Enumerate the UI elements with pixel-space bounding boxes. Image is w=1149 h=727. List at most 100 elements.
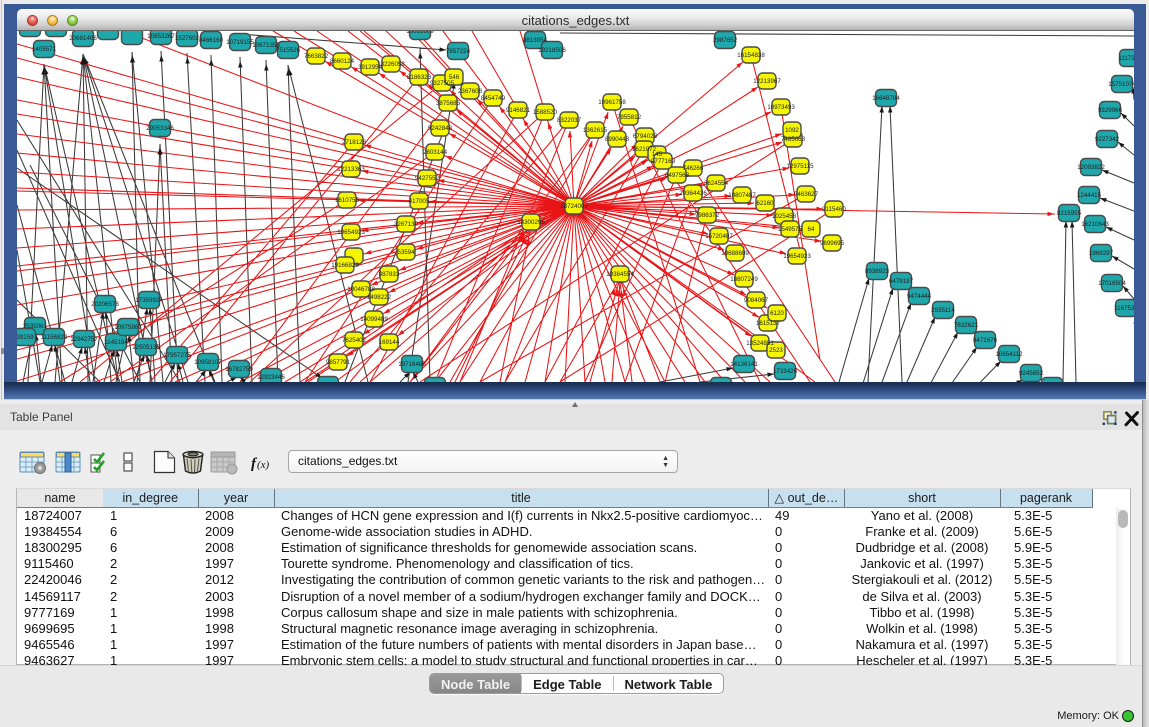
svg-text:8215955: 8215955 xyxy=(1057,210,1082,217)
svg-text:8990448: 8990448 xyxy=(605,136,630,143)
svg-text:3875685: 3875685 xyxy=(436,100,461,107)
svg-text:3267130: 3267130 xyxy=(394,221,419,228)
svg-text:9857791: 9857791 xyxy=(326,359,351,366)
svg-text:8660124: 8660124 xyxy=(330,58,355,65)
svg-text:6794028: 6794028 xyxy=(633,133,658,140)
svg-text:10973493: 10973493 xyxy=(767,104,795,111)
svg-text:887833: 887833 xyxy=(379,271,400,278)
svg-text:1498222: 1498222 xyxy=(367,294,392,301)
svg-text:12093822: 12093822 xyxy=(1077,164,1105,171)
svg-text:7955812: 7955812 xyxy=(617,114,642,121)
svg-text:16154838: 16154838 xyxy=(737,52,765,59)
svg-text:2718126: 2718126 xyxy=(342,139,367,146)
svg-text:10975867: 10975867 xyxy=(114,324,142,331)
svg-text:17016504: 17016504 xyxy=(1098,280,1126,287)
svg-text:8471676: 8471676 xyxy=(973,337,998,344)
svg-text:7625402: 7625402 xyxy=(342,337,367,344)
svg-text:3624554: 3624554 xyxy=(704,180,729,187)
svg-text:2935114: 2935114 xyxy=(931,307,955,314)
svg-text:10046788: 10046788 xyxy=(347,286,375,293)
svg-text:417005: 417005 xyxy=(409,198,430,205)
svg-text:14136141: 14136141 xyxy=(730,361,758,368)
svg-text:19654923: 19654923 xyxy=(783,253,811,260)
svg-text:19654923: 19654923 xyxy=(337,229,365,236)
svg-text:1610755: 1610755 xyxy=(335,197,360,204)
svg-text:9329966: 9329966 xyxy=(1098,107,1123,114)
svg-text:6120: 6120 xyxy=(770,310,784,317)
svg-text:1244415: 1244415 xyxy=(1077,192,1102,199)
svg-text:29053346: 29053346 xyxy=(146,125,174,132)
svg-text:1969297: 1969297 xyxy=(1089,250,1114,257)
svg-text:9245652: 9245652 xyxy=(1019,370,1044,377)
svg-text:2803144: 2803144 xyxy=(423,149,448,156)
svg-text:1549575: 1549575 xyxy=(778,226,803,233)
svg-text:1588520: 1588520 xyxy=(533,109,558,116)
svg-text:1145194: 1145194 xyxy=(104,339,128,346)
svg-text:2987652: 2987652 xyxy=(713,37,738,44)
svg-text:1117364: 1117364 xyxy=(1118,55,1134,62)
svg-text:17957275: 17957275 xyxy=(163,352,191,359)
svg-text:1527602: 1527602 xyxy=(175,35,200,42)
svg-text:9699695: 9699695 xyxy=(820,240,845,247)
svg-text:64: 64 xyxy=(808,226,815,233)
svg-text:18300295: 18300295 xyxy=(517,219,545,226)
svg-text:1405571: 1405571 xyxy=(32,46,57,53)
svg-text:19384554: 19384554 xyxy=(606,271,634,278)
svg-text:2535061: 2535061 xyxy=(23,323,48,330)
svg-text:6497568: 6497568 xyxy=(665,172,690,179)
svg-text:9227342: 9227342 xyxy=(1095,136,1120,143)
svg-text:7986372: 7986372 xyxy=(695,212,720,219)
svg-text:169144: 169144 xyxy=(379,339,400,346)
svg-text:20691406: 20691406 xyxy=(69,35,97,42)
svg-text:11156829: 11156829 xyxy=(41,334,68,341)
svg-text:20206578: 20206578 xyxy=(91,301,119,308)
svg-text:10719155: 10719155 xyxy=(226,39,254,46)
svg-text:9242848: 9242848 xyxy=(428,125,453,132)
svg-text:10961758: 10961758 xyxy=(598,99,626,106)
svg-text:10654112: 10654112 xyxy=(995,351,1023,358)
svg-text:12975115: 12975115 xyxy=(786,163,814,170)
svg-text:10807487: 10807487 xyxy=(728,192,756,199)
svg-text:19218506: 19218506 xyxy=(538,47,566,54)
svg-text:1615137: 1615137 xyxy=(756,320,781,327)
svg-text:18724007: 18724007 xyxy=(560,203,588,210)
svg-text:7632621: 7632621 xyxy=(954,322,979,329)
svg-text:19166829: 19166829 xyxy=(331,262,359,269)
svg-text:9327505: 9327505 xyxy=(430,80,455,87)
svg-text:9084067: 9084067 xyxy=(744,297,769,304)
svg-text:6479197: 6479197 xyxy=(889,278,914,285)
svg-text:12923446: 12923446 xyxy=(257,374,285,381)
svg-text:546: 546 xyxy=(449,74,460,81)
svg-text:1733426: 1733426 xyxy=(773,368,798,375)
svg-text:7485063: 7485063 xyxy=(781,136,806,143)
svg-text:1362615: 1362615 xyxy=(583,127,608,134)
svg-text:17359924: 17359924 xyxy=(135,297,163,304)
svg-text:7663822: 7663822 xyxy=(304,53,329,60)
svg-text:1025458: 1025458 xyxy=(772,213,797,220)
svg-text:9463627: 9463627 xyxy=(794,191,819,198)
svg-text:8454749: 8454749 xyxy=(481,95,506,102)
svg-text:10958107: 10958107 xyxy=(194,359,222,366)
svg-text:8813054: 8813054 xyxy=(523,37,548,44)
svg-text:1092: 1092 xyxy=(785,127,799,134)
svg-text:8938923: 8938923 xyxy=(865,268,890,275)
svg-text:145: 145 xyxy=(652,151,663,158)
svg-text:18807249: 18807249 xyxy=(730,276,758,283)
svg-text:12213967: 12213967 xyxy=(753,78,781,85)
svg-text:15751074: 15751074 xyxy=(1108,81,1134,88)
svg-text:15720407: 15720407 xyxy=(705,233,733,240)
svg-text:62160: 62160 xyxy=(756,200,774,207)
svg-text:16033809: 16033809 xyxy=(406,31,434,35)
svg-text:9777169: 9777169 xyxy=(651,158,676,165)
svg-text:12942757: 12942757 xyxy=(70,336,98,343)
svg-text:10853267: 10853267 xyxy=(147,33,175,40)
svg-text:12213363: 12213363 xyxy=(337,166,365,173)
svg-text:7515526: 7515526 xyxy=(276,47,301,54)
svg-text:20364436: 20364436 xyxy=(679,190,707,197)
svg-text:8322037: 8322037 xyxy=(557,117,582,124)
svg-text:53594: 53594 xyxy=(397,249,415,256)
svg-text:7857224: 7857224 xyxy=(446,48,471,55)
svg-text:9474444: 9474444 xyxy=(907,293,932,300)
svg-text:16782759: 16782759 xyxy=(225,366,253,373)
svg-text:8186323: 8186323 xyxy=(407,74,432,81)
